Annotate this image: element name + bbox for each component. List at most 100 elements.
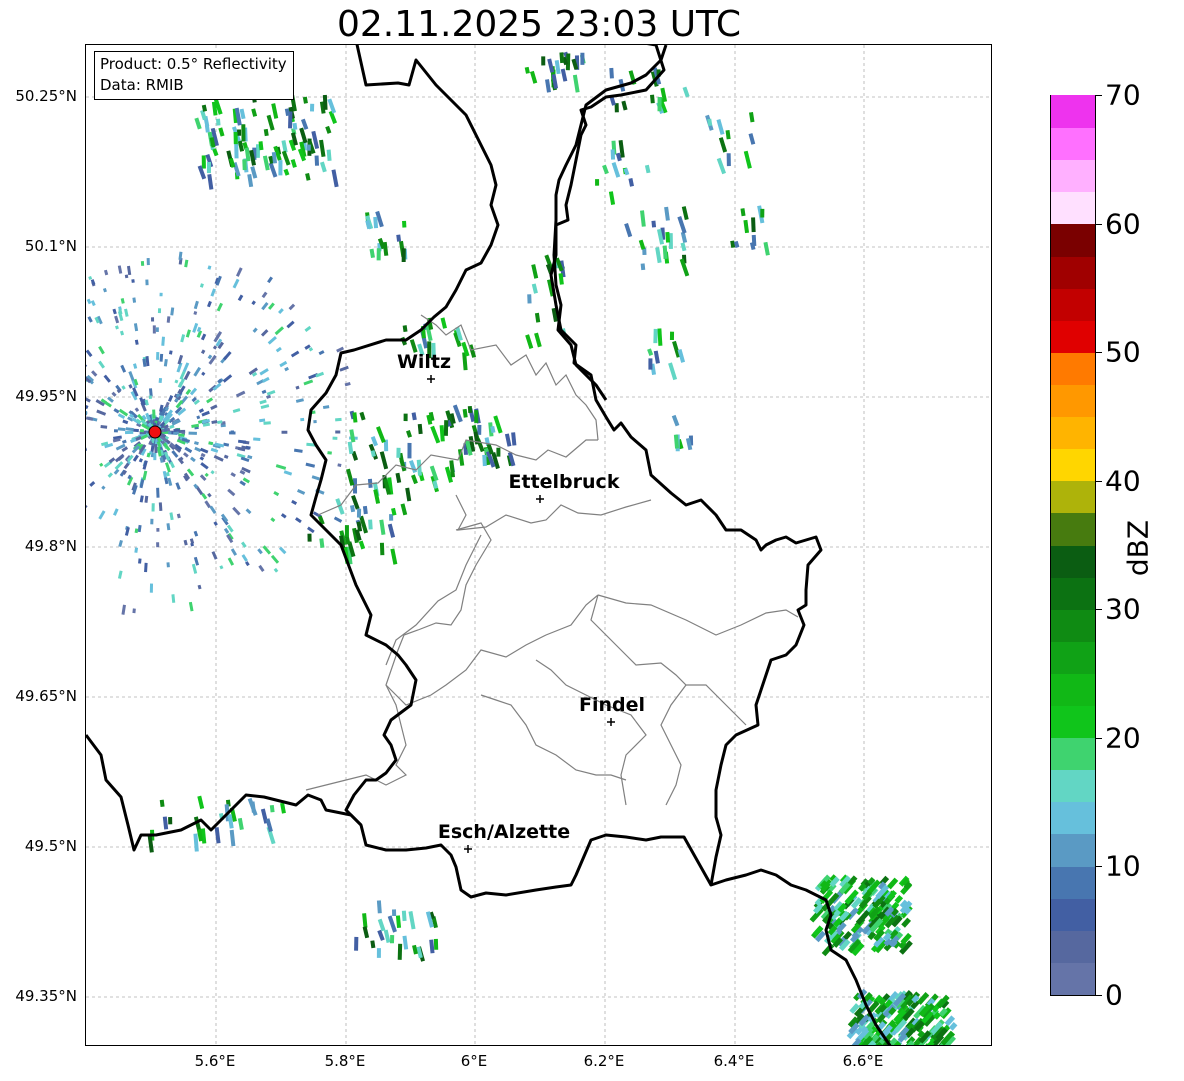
- echo-cell: [525, 334, 534, 349]
- echo-cell: [159, 404, 164, 413]
- echo-cell: [117, 413, 126, 419]
- echo-cell: [86, 405, 89, 409]
- echo-cell: [259, 399, 267, 405]
- echo-cell: [657, 328, 663, 346]
- echo-cell: [147, 834, 154, 853]
- echo-cell: [183, 539, 188, 546]
- colorbar-segment: [1051, 673, 1095, 707]
- city-wiltz: Wiltz: [397, 351, 451, 383]
- radar-site-marker: [148, 425, 162, 439]
- echo-cell: [166, 316, 171, 323]
- echo-cell: [273, 567, 279, 573]
- echo-cell: [193, 366, 202, 377]
- echo-cell: [142, 470, 148, 481]
- echo-cell: [169, 461, 175, 469]
- echo-cell: [331, 169, 339, 188]
- echo-cell: [210, 404, 218, 410]
- echo-cell: [319, 139, 326, 158]
- echo-cell: [278, 546, 287, 555]
- echo-cell: [349, 429, 356, 443]
- echo-cell: [412, 944, 418, 955]
- colorbar-segment: [1051, 223, 1095, 257]
- echo-cell: [193, 399, 200, 406]
- echo-cell: [107, 396, 114, 403]
- echo-cell: [743, 219, 750, 234]
- colorbar-segment: [1051, 833, 1095, 867]
- echo-cell: [490, 425, 496, 434]
- echo-cell: [120, 364, 127, 373]
- echo-cell: [227, 557, 235, 566]
- echo-cell: [377, 929, 385, 941]
- echo-cell: [275, 464, 287, 470]
- echo-cell: [226, 524, 234, 533]
- echo-cell: [210, 470, 215, 475]
- echo-cell: [326, 149, 332, 161]
- echo-cell: [177, 354, 184, 365]
- echo-cell: [197, 584, 202, 590]
- colorbar-tick-mark: [1096, 480, 1102, 482]
- echo-cell: [90, 300, 96, 307]
- echo-cell: [901, 917, 912, 928]
- echo-cell: [260, 808, 269, 824]
- echo-cell: [677, 216, 687, 234]
- echo-cell: [134, 407, 140, 413]
- colorbar-segment: [1051, 930, 1095, 963]
- echo-cell: [387, 915, 397, 933]
- echo-cell: [201, 410, 210, 417]
- echo-cell: [108, 457, 116, 464]
- colorbar-segment: [1051, 705, 1095, 739]
- echo-cell: [121, 439, 127, 444]
- echo-cell: [531, 283, 538, 294]
- echo-cell: [211, 420, 218, 425]
- echo-cell: [280, 513, 287, 519]
- colorbar-segment: [1051, 609, 1095, 642]
- echo-cell: [223, 454, 229, 459]
- echo-cell: [655, 247, 662, 264]
- echo-cell: [126, 265, 132, 276]
- echo-cell: [245, 445, 251, 450]
- echo-cell: [624, 223, 633, 238]
- radar-map[interactable]: Wiltz Ettelbruck Findel Esch/Alzette: [85, 44, 992, 1046]
- echo-cell: [306, 526, 315, 534]
- echo-cell: [362, 505, 368, 515]
- echo-cell: [911, 994, 920, 1004]
- echo-cell: [275, 346, 282, 353]
- echo-cell: [212, 345, 218, 350]
- echo-cell: [209, 505, 217, 514]
- echo-cell: [370, 450, 376, 457]
- echo-cell: [121, 446, 129, 452]
- echo-cell: [164, 477, 169, 485]
- echo-cell: [638, 239, 646, 250]
- lon-label: 6.2°E: [583, 1052, 625, 1070]
- echo-cell: [320, 161, 327, 173]
- echo-cell: [547, 58, 555, 73]
- echo-cell: [640, 263, 646, 271]
- echo-cell: [608, 191, 616, 205]
- canton-boundary: [455, 494, 652, 531]
- echo-cell: [888, 1007, 897, 1016]
- echo-cell: [262, 376, 270, 383]
- echo-cell: [270, 554, 280, 564]
- echo-cell: [132, 297, 137, 303]
- echo-cell: [227, 488, 236, 497]
- echo-cell: [125, 427, 134, 432]
- echo-cell: [145, 412, 151, 421]
- city-label: Ettelbruck: [509, 471, 620, 493]
- colorbar-tick-mark: [1096, 352, 1102, 354]
- echo-cell: [266, 394, 272, 399]
- echo-cell: [716, 157, 727, 175]
- echo-cell: [395, 472, 402, 484]
- echo-cell: [159, 456, 164, 463]
- echo-cell: [123, 462, 130, 470]
- echo-cell: [894, 894, 904, 904]
- echo-cell: [121, 385, 126, 390]
- echo-cell: [144, 562, 148, 573]
- echo-cell: [452, 404, 463, 423]
- colorbar-segment: [1051, 865, 1095, 899]
- echo-cell: [618, 139, 625, 158]
- colorbar-segment: [1051, 191, 1095, 225]
- echo-cell: [121, 604, 126, 615]
- echo-cell: [322, 405, 330, 410]
- echo-cell: [333, 516, 343, 523]
- echo-cell: [177, 381, 183, 388]
